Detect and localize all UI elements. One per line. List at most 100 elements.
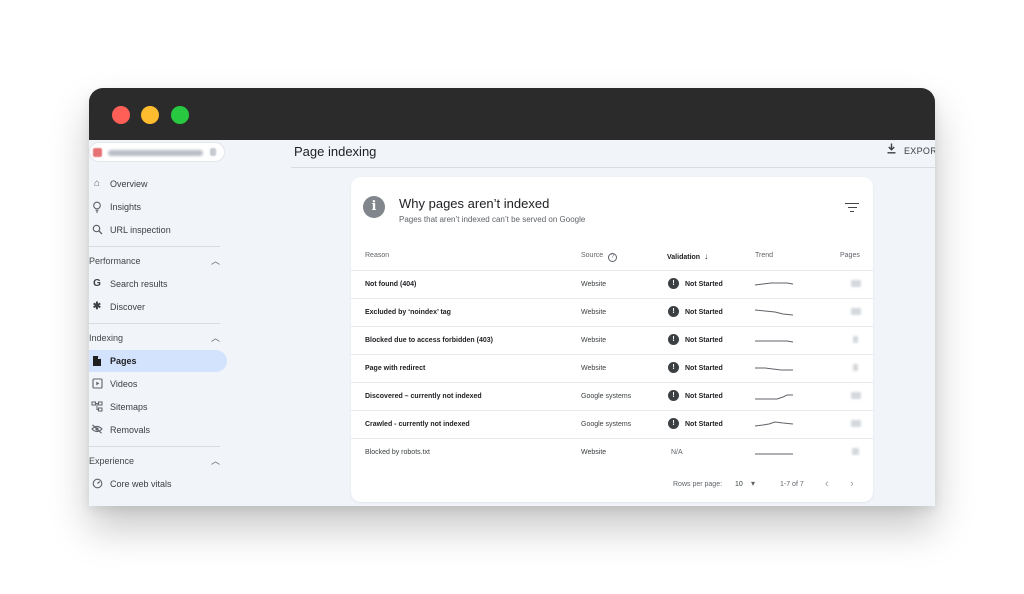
column-header-label: Trend — [755, 252, 774, 259]
chevron-up-icon: ︿ — [210, 456, 220, 466]
filter-icon[interactable] — [845, 203, 859, 213]
sidebar: ⌂ Overview Insights URL inspection Perfo… — [89, 140, 229, 506]
sidebar-item-label: URL inspection — [110, 225, 171, 235]
validation-status: Not Started — [685, 365, 723, 372]
pages-count-redacted — [851, 308, 861, 315]
pages-count-redacted — [853, 336, 858, 343]
sidebar-item-label: Discover — [110, 302, 146, 312]
section-title: Indexing — [89, 333, 124, 343]
google-g-icon: G — [93, 278, 101, 289]
rows-per-page-select[interactable]: 10 — [735, 481, 743, 488]
validation-status: Not Started — [685, 421, 723, 428]
property-selector[interactable] — [89, 142, 225, 162]
minimize-window-button[interactable] — [141, 106, 159, 124]
column-header-pages[interactable]: Pages — [840, 252, 860, 259]
table-row[interactable]: Page with redirect Website ! Not Started — [351, 354, 873, 382]
sidebar-item-label: Sitemaps — [110, 402, 148, 412]
alert-icon: ! — [668, 278, 679, 289]
pages-icon — [91, 355, 103, 367]
reason-cell: Not found (404) — [365, 281, 417, 288]
table-row[interactable]: Crawled - currently not indexed Google s… — [351, 410, 873, 438]
search-icon — [91, 224, 103, 236]
asterisk-icon: ✱ — [92, 301, 102, 312]
trend-sparkline — [755, 421, 794, 427]
section-performance[interactable]: Performance ︿ — [89, 252, 222, 270]
sidebar-divider — [89, 246, 220, 247]
sidebar-item-label: Search results — [110, 279, 168, 289]
pages-count-redacted — [853, 364, 858, 371]
export-label: EXPORT — [904, 146, 935, 156]
section-indexing[interactable]: Indexing ︿ — [89, 329, 222, 347]
reason-cell: Blocked by robots.txt — [365, 449, 430, 456]
sidebar-item-overview[interactable]: ⌂ Overview — [89, 173, 227, 195]
alert-icon: ! — [668, 362, 679, 373]
column-header-trend: Trend — [755, 252, 773, 259]
table-pagination: Rows per page: 10 ▾ 1-7 of 7 ‹ › — [351, 474, 873, 494]
table-row[interactable]: Excluded by ‘noindex’ tag Website ! Not S… — [351, 298, 873, 326]
sidebar-item-removals[interactable]: Removals — [89, 419, 227, 441]
pages-count-redacted — [851, 280, 861, 287]
sidebar-item-label: Insights — [110, 202, 142, 212]
not-indexed-card: i Why pages aren’t indexed Pages that ar… — [351, 177, 873, 502]
validation-status: Not Started — [685, 281, 723, 288]
sidebar-divider — [89, 323, 220, 324]
trend-sparkline — [755, 309, 794, 316]
reason-cell: Excluded by ‘noindex’ tag — [365, 309, 451, 316]
previous-page-icon[interactable]: ‹ — [825, 478, 829, 490]
header-divider — [291, 167, 935, 168]
section-title: Experience — [89, 456, 135, 466]
chevron-up-icon: ︿ — [210, 333, 220, 343]
page-title: Page indexing — [294, 144, 377, 159]
sidebar-item-pages[interactable]: Pages — [89, 350, 227, 372]
column-header-label: Reason — [365, 252, 390, 259]
dropdown-arrow-icon[interactable]: ▾ — [751, 479, 755, 488]
source-cell: Google systems — [581, 393, 632, 400]
sidebar-item-videos[interactable]: Videos — [89, 373, 227, 395]
property-favicon-icon — [93, 148, 102, 157]
column-header-source[interactable]: Source? — [581, 252, 618, 262]
card-subtitle: Pages that aren’t indexed can’t be serve… — [399, 215, 586, 224]
card-title: Why pages aren’t indexed — [399, 196, 550, 211]
lightbulb-icon — [91, 201, 103, 213]
column-header-validation[interactable]: Validation ↓ — [667, 252, 708, 261]
sidebar-divider — [89, 446, 220, 447]
table-row[interactable]: Blocked by robots.txt Website N/A — [351, 438, 873, 466]
sidebar-item-sitemaps[interactable]: Sitemaps — [89, 396, 227, 418]
video-icon — [91, 378, 103, 390]
sidebar-item-label: Core web vitals — [110, 479, 172, 489]
rows-per-page-label: Rows per page: — [673, 481, 723, 488]
column-header-reason[interactable]: Reason — [365, 252, 389, 259]
table-row[interactable]: Discovered – currently not indexed Googl… — [351, 382, 873, 410]
sitemap-icon — [91, 401, 103, 413]
chevron-up-icon: ︿ — [210, 256, 220, 266]
close-window-button[interactable] — [112, 106, 130, 124]
section-title: Performance — [89, 256, 141, 266]
window-titlebar — [89, 88, 935, 140]
sidebar-item-insights[interactable]: Insights — [89, 196, 227, 218]
validation-status: Not Started — [685, 337, 723, 344]
next-page-icon[interactable]: › — [850, 478, 854, 490]
search-console-app: ⌂ Overview Insights URL inspection Perfo… — [89, 140, 935, 506]
source-cell: Website — [581, 365, 607, 372]
sidebar-item-discover[interactable]: ✱ Discover — [89, 296, 227, 318]
trend-sparkline — [755, 340, 794, 343]
table-row[interactable]: Blocked due to access forbidden (403) We… — [351, 326, 873, 354]
sidebar-item-label: Videos — [110, 379, 138, 389]
trend-sparkline — [755, 367, 793, 371]
trend-sparkline — [755, 453, 793, 455]
sort-descending-icon: ↓ — [704, 252, 709, 261]
maximize-window-button[interactable] — [171, 106, 189, 124]
info-icon: i — [363, 196, 385, 218]
table-row[interactable]: Not found (404) Website ! Not Started — [351, 270, 873, 298]
alert-icon: ! — [668, 306, 679, 317]
property-url-redacted — [108, 150, 203, 156]
sidebar-item-url-inspection[interactable]: URL inspection — [89, 219, 227, 241]
pages-count-redacted — [852, 448, 859, 455]
source-cell: Website — [581, 337, 607, 344]
column-header-label: Validation — [667, 254, 701, 261]
section-experience[interactable]: Experience ︿ — [89, 452, 222, 470]
pages-count-redacted — [851, 420, 861, 427]
help-icon[interactable]: ? — [608, 253, 618, 262]
sidebar-item-search-results[interactable]: G Search results — [89, 273, 227, 295]
sidebar-item-core-web-vitals[interactable]: Core web vitals — [89, 473, 227, 495]
